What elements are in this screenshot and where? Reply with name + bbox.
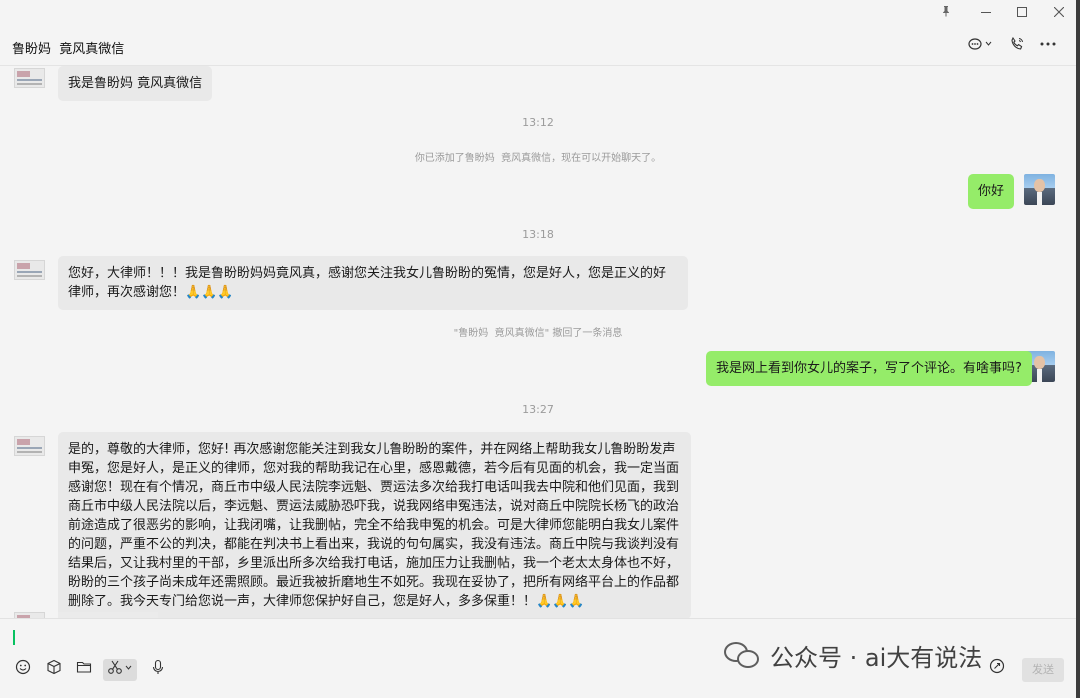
send-button[interactable]: 发送 — [1022, 658, 1064, 682]
system-message: "鲁盼妈 竟风真微信" 撤回了一条消息 — [453, 328, 623, 339]
close-icon[interactable] — [1045, 4, 1073, 24]
avatar[interactable] — [14, 68, 45, 88]
pin-icon[interactable] — [932, 4, 960, 24]
folder-icon[interactable] — [73, 659, 95, 681]
message-list[interactable]: 我是鲁盼妈 竟风真微信 13:12 你已添加了鲁盼妈 竟风真微信，现在可以开始聊… — [0, 66, 1076, 618]
chat-window: 鲁盼妈 竟风真微信 我是鲁盼妈 竟风真微信 13:12 你已添加了鲁盼妈 竟风真… — [0, 0, 1076, 698]
scissors-icon[interactable] — [103, 659, 137, 681]
avatar[interactable] — [14, 260, 45, 280]
avatar[interactable] — [14, 436, 45, 456]
title-bar — [0, 0, 1076, 28]
message-bubble[interactable]: 是的，尊敬的大律师，您好! 再次感谢您能关注到我女儿鲁盼盼的案件，并在网络上帮助… — [58, 432, 691, 618]
maximize-icon[interactable] — [1008, 4, 1036, 24]
desktop-edge — [1076, 0, 1080, 698]
box-icon[interactable] — [43, 659, 65, 681]
timestamp: 13:18 — [522, 228, 554, 241]
chat-title: 鲁盼妈 竟风真微信 — [12, 42, 125, 57]
chat-menu-icon[interactable] — [968, 37, 992, 57]
message-bubble-self[interactable]: 我是网上看到你女儿的案子，写了个评论。有啥事吗? — [706, 351, 1032, 386]
more-icon[interactable] — [1040, 37, 1056, 57]
message-bubble[interactable]: 您好，大律师！！！我是鲁盼盼妈妈竟风真，感谢您关注我女儿鲁盼盼的冤情，您是好人，… — [58, 256, 688, 310]
timestamp: 13:12 — [522, 116, 554, 129]
watermark-text: 公众号 · ai大有说法 — [770, 643, 983, 672]
text-cursor — [13, 630, 15, 645]
watermark: 公众号 · ai大有说法 — [724, 637, 982, 673]
minimize-icon[interactable] — [972, 4, 1000, 24]
system-message: 你已添加了鲁盼妈 竟风真微信，现在可以开始聊天了。 — [414, 153, 662, 164]
chat-header: 鲁盼妈 竟风真微信 — [0, 28, 1076, 66]
emoji-icon[interactable] — [12, 659, 34, 681]
timestamp: 13:27 — [522, 403, 554, 416]
emoji-reply-icon[interactable] — [986, 658, 1008, 680]
call-icon[interactable] — [1010, 36, 1024, 57]
avatar[interactable] — [1024, 174, 1055, 205]
message-bubble-self[interactable]: 你好 — [968, 174, 1015, 209]
message-bubble[interactable]: 我是鲁盼妈 竟风真微信 — [58, 66, 213, 101]
mic-icon[interactable] — [147, 659, 169, 681]
wechat-logo-icon — [724, 640, 762, 670]
